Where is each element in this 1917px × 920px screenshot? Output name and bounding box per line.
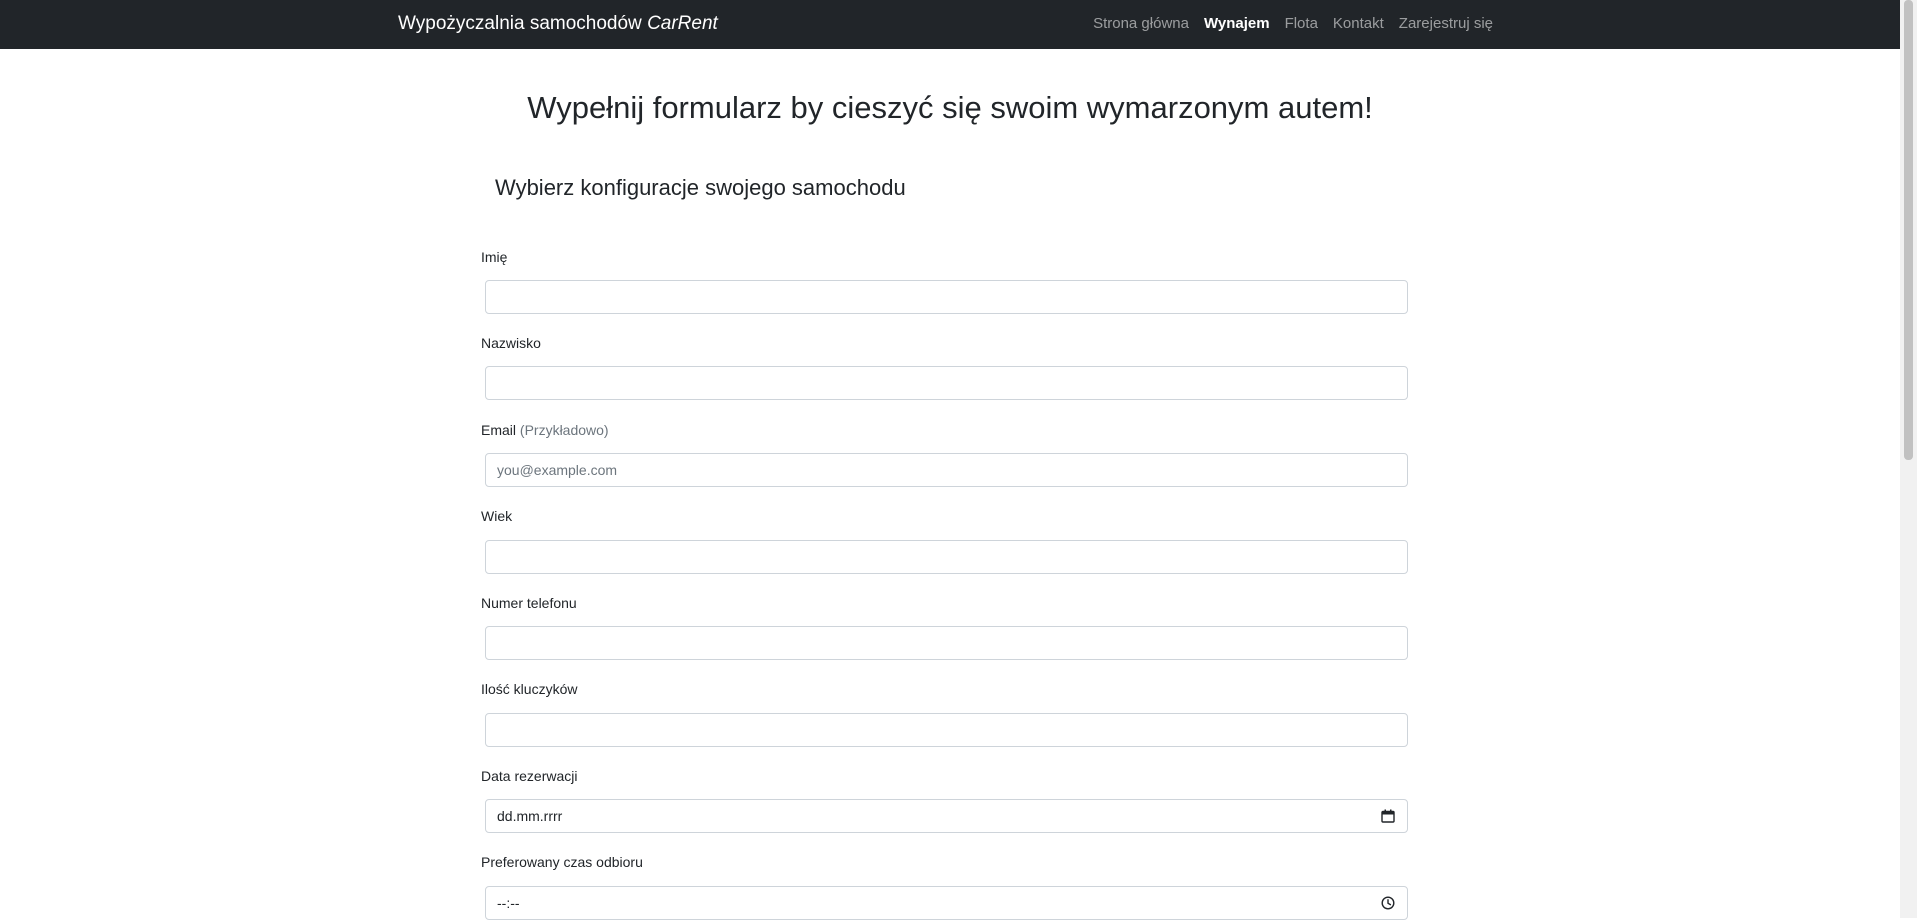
pickup-time-label: Preferowany czas odbioru: [481, 854, 643, 870]
reservation-date-label: Data rezerwacji: [481, 768, 578, 784]
age-input[interactable]: [485, 540, 1408, 574]
keys-label: Ilość kluczyków: [481, 681, 578, 697]
brand-name: CarRent: [647, 13, 718, 34]
email-label: Email (Przykładowo): [481, 422, 609, 438]
email-label-hint: (Przykładowo): [519, 422, 609, 438]
brand-text: Wypożyczalnia samochodów: [398, 13, 648, 34]
email-input[interactable]: [485, 453, 1408, 487]
page-scrollbar[interactable]: [1900, 0, 1917, 918]
phone-input[interactable]: [485, 626, 1408, 660]
nav-link-home[interactable]: Strona główna: [1093, 15, 1189, 32]
navbar: Wypożyczalnia samochodów CarRent Strona …: [0, 0, 1900, 49]
nav-links: Strona główna Wynajem Flota Kontakt Zare…: [1093, 15, 1493, 32]
last-name-input[interactable]: [485, 366, 1408, 400]
brand-logo[interactable]: Wypożyczalnia samochodów CarRent: [398, 13, 718, 35]
last-name-label: Nazwisko: [481, 335, 541, 351]
phone-label: Numer telefonu: [481, 595, 577, 611]
pickup-time-value: --:--: [497, 895, 520, 911]
clock-icon[interactable]: [1381, 896, 1395, 910]
reservation-date-value: dd.mm.rrrr: [497, 808, 563, 824]
keys-input[interactable]: [485, 713, 1408, 747]
calendar-icon[interactable]: [1381, 809, 1395, 823]
page-title: Wypełnij formularz by cieszyć się swoim …: [527, 90, 1373, 125]
age-label: Wiek: [481, 508, 513, 524]
nav-link-rental[interactable]: Wynajem: [1204, 15, 1270, 32]
nav-link-contact[interactable]: Kontakt: [1333, 15, 1384, 32]
first-name-label: Imię: [481, 249, 508, 265]
email-label-text: Email: [481, 422, 517, 438]
nav-link-register[interactable]: Zarejestruj się: [1399, 15, 1493, 32]
section-title: Wybierz konfiguracje swojego samochodu: [495, 175, 906, 200]
reservation-date-input[interactable]: dd.mm.rrrr: [485, 799, 1408, 833]
nav-link-fleet[interactable]: Flota: [1285, 15, 1318, 32]
first-name-input[interactable]: [485, 280, 1408, 314]
scrollbar-thumb[interactable]: [1904, 0, 1913, 460]
pickup-time-input[interactable]: --:--: [485, 886, 1408, 920]
